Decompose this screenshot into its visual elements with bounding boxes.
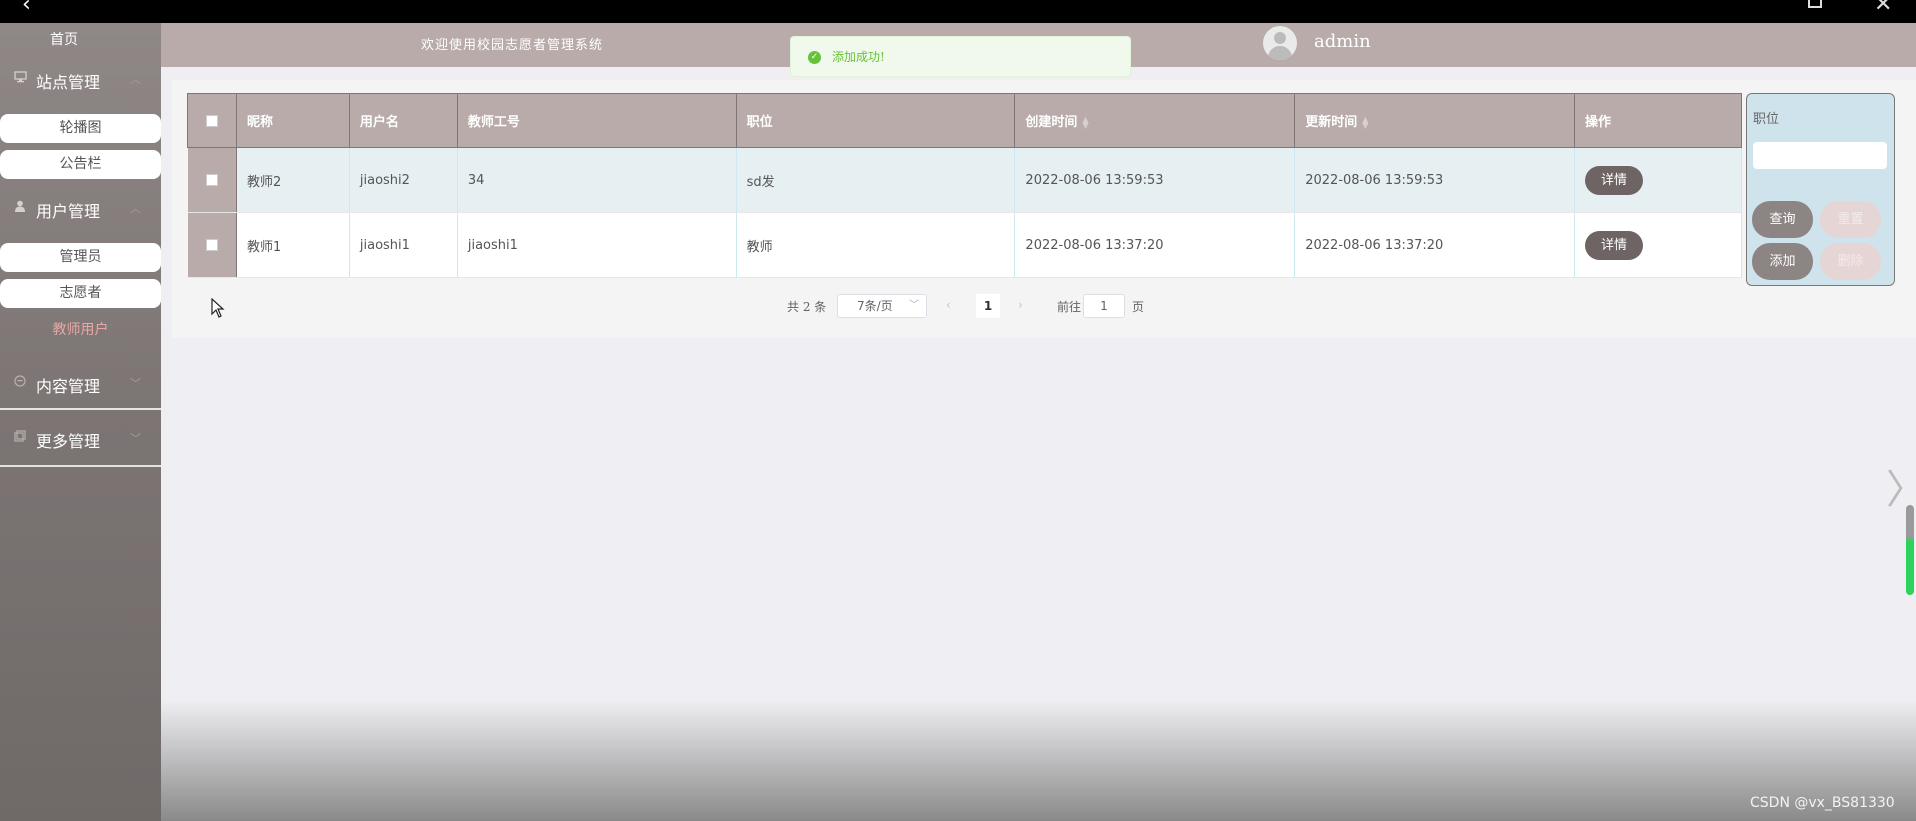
sidebar-item-notice[interactable]: 公告栏 (0, 150, 161, 179)
sidebar-item-volunteer[interactable]: 志愿者 (0, 279, 161, 308)
close-window-icon[interactable]: ✕ (1874, 0, 1892, 16)
goto-label: 前往 (1057, 300, 1082, 314)
chevron-right-icon[interactable]: 〉 (1886, 470, 1916, 510)
cell-position: 教师 (736, 212, 1016, 278)
column-header-updated[interactable]: 更新时间 ▲ ▼ (1294, 93, 1576, 148)
chevron-down-icon: ﹀ (130, 377, 141, 390)
row-select-cell (187, 212, 237, 278)
sidebar-item-home[interactable]: 首页 (0, 29, 128, 49)
page-number-current[interactable]: 1 (976, 294, 1000, 318)
cell-nickname: 教师1 (236, 212, 350, 278)
sidebar-group-more[interactable]: 更多管理 ﹀ (0, 410, 161, 467)
column-header-position: 职位 (735, 93, 1016, 148)
welcome-text: 欢迎使用校园志愿者管理系统 (421, 38, 604, 53)
select-all-checkbox[interactable] (205, 114, 218, 127)
sidebar-item-carousel[interactable]: 轮播图 (0, 114, 161, 143)
chat-icon (14, 375, 28, 389)
cell-username: jiaoshi2 (349, 147, 458, 213)
query-button[interactable]: 查询 (1752, 201, 1813, 238)
sort-icon[interactable]: ▲ ▼ (1362, 115, 1368, 129)
success-toast: ✓ 添加成功! (790, 36, 1131, 77)
monitor-icon (14, 71, 28, 85)
sidebar-group-site[interactable]: 站点管理 ︿ (0, 59, 161, 99)
sidebar-item-admin[interactable]: 管理员 (0, 243, 161, 272)
sort-icon[interactable]: ▲ ▼ (1082, 115, 1088, 129)
cell-teacher-id: 34 (457, 147, 737, 213)
chevron-up-icon: ︿ (130, 202, 141, 215)
watermark: CSDN @vx_BS81330 (1750, 795, 1895, 811)
sidebar: 首页 站点管理 ︿ 轮播图 公告栏 用户管理 ︿ 管理员 志愿者 教师用户 内容… (0, 23, 161, 821)
column-header-label: 更新时间 (1305, 115, 1358, 130)
sidebar-group-label: 内容管理 (36, 377, 101, 396)
page-size-value: 7条/页 (857, 299, 893, 313)
row-checkbox[interactable] (205, 174, 218, 186)
pagination-total: 共 2 条 (787, 300, 827, 314)
select-all-cell (187, 93, 237, 148)
detail-button[interactable]: 详情 (1585, 165, 1644, 195)
username[interactable]: admin (1314, 31, 1371, 52)
chevron-down-icon: ﹀ (909, 300, 919, 311)
restore-window-icon[interactable] (1808, 0, 1822, 8)
copy-icon (14, 430, 28, 444)
cell-created: 2022-08-06 13:59:53 (1014, 147, 1296, 213)
table-row: 教师2 jiaoshi2 34 sd发 2022-08-06 13:59:53 … (187, 147, 1742, 213)
goto-unit: 页 (1132, 300, 1145, 314)
row-select-cell (187, 147, 237, 213)
add-button[interactable]: 添加 (1752, 243, 1813, 280)
delete-button[interactable]: 删除 (1820, 243, 1881, 280)
avatar[interactable] (1263, 26, 1297, 60)
chevron-down-icon: ﹀ (130, 432, 141, 445)
sidebar-group-user[interactable]: 用户管理 ︿ (0, 188, 161, 228)
position-input[interactable] (1753, 142, 1887, 169)
column-header-label: 创建时间 (1025, 115, 1078, 130)
column-header-action: 操作 (1574, 93, 1742, 148)
column-header-created[interactable]: 创建时间 ▲ ▼ (1014, 93, 1296, 148)
sidebar-group-label: 用户管理 (36, 202, 101, 221)
cell-action: 详情 (1574, 212, 1742, 278)
reset-button[interactable]: 重置 (1820, 201, 1881, 238)
next-page-icon[interactable]: › (1018, 298, 1023, 322)
row-checkbox[interactable] (205, 239, 218, 251)
cell-username: jiaoshi1 (349, 212, 458, 278)
back-arrow-icon[interactable]: ‹ (22, 0, 31, 16)
sidebar-group-label: 更多管理 (36, 432, 101, 451)
avatar-head-shape (1274, 32, 1286, 44)
scroll-indicator[interactable] (1906, 505, 1914, 595)
table-header-row: 昵称 用户名 教师工号 职位 创建时间 ▲ ▼ 更新时间 ▲ ▼ 操作 (187, 93, 1742, 148)
page-size-select[interactable]: 7条/页 ﹀ (837, 294, 927, 318)
sidebar-group-label: 站点管理 (36, 73, 101, 92)
avatar-body-shape (1268, 46, 1292, 60)
position-label: 职位 (1753, 112, 1780, 127)
chevron-up-icon: ︿ (130, 73, 141, 86)
cell-updated: 2022-08-06 13:59:53 (1294, 147, 1576, 213)
sidebar-item-teacher-user[interactable]: 教师用户 (0, 316, 161, 345)
window-titlebar: ‹ ✕ (0, 0, 1916, 23)
prev-page-icon[interactable]: ‹ (946, 298, 951, 322)
teacher-table: 昵称 用户名 教师工号 职位 创建时间 ▲ ▼ 更新时间 ▲ ▼ 操作 教师2 jiao… (187, 93, 1742, 278)
column-header-teacher-id: 教师工号 (456, 93, 737, 148)
cell-nickname: 教师2 (236, 147, 350, 213)
toast-message: 添加成功! (832, 50, 885, 64)
cell-teacher-id: jiaoshi1 (457, 212, 737, 278)
search-panel: 职位 查询 重置 添加 删除 (1746, 93, 1895, 286)
cell-created: 2022-08-06 13:37:20 (1014, 212, 1296, 278)
cell-position: sd发 (736, 147, 1016, 213)
bottom-fade (161, 700, 1916, 821)
table-row: 教师1 jiaoshi1 jiaoshi1 教师 2022-08-06 13:3… (187, 212, 1742, 278)
column-header-nickname: 昵称 (235, 93, 350, 148)
user-icon (14, 200, 28, 214)
sidebar-group-content[interactable]: 内容管理 ﹀ (0, 353, 161, 410)
cell-updated: 2022-08-06 13:37:20 (1294, 212, 1576, 278)
cell-action: 详情 (1574, 147, 1742, 213)
check-circle-icon: ✓ (808, 51, 821, 64)
goto-page-input[interactable]: 1 (1083, 294, 1125, 318)
column-header-username: 用户名 (348, 93, 458, 148)
detail-button[interactable]: 详情 (1585, 230, 1644, 260)
